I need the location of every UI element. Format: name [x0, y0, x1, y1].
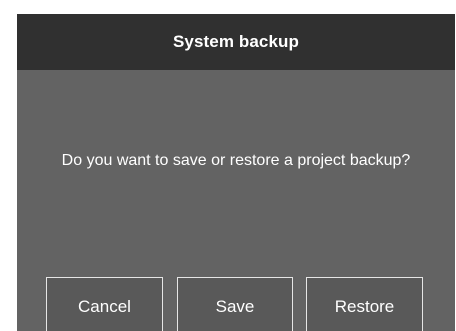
dialog-message: Do you want to save or restore a project… — [61, 152, 411, 169]
system-backup-dialog: System backup Do you want to save or res… — [17, 14, 455, 331]
restore-button[interactable]: Restore — [306, 277, 423, 331]
cancel-button[interactable]: Cancel — [46, 277, 163, 331]
save-button[interactable]: Save — [177, 277, 293, 331]
dialog-header: System backup — [17, 14, 455, 70]
dialog-title: System backup — [172, 32, 300, 51]
